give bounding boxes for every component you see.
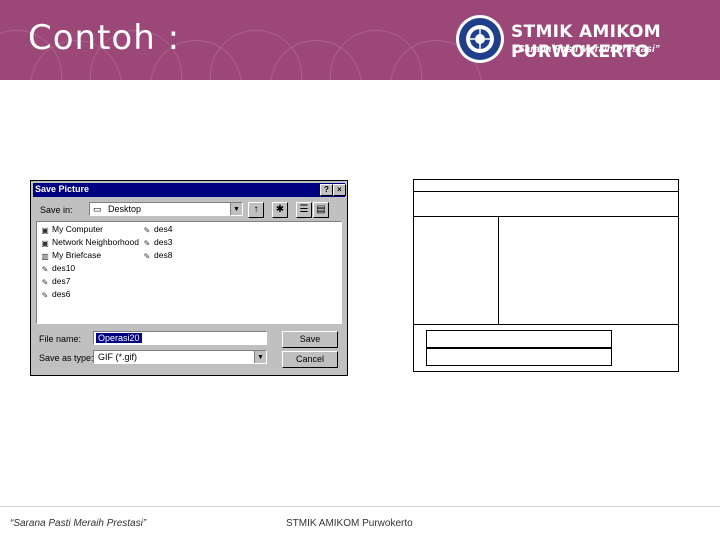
- image-file-icon: ✎: [143, 239, 151, 248]
- briefcase-icon: ▥: [41, 252, 49, 261]
- image-file-icon: ✎: [41, 278, 49, 287]
- list-item[interactable]: ✎ des4: [142, 224, 173, 235]
- list-item[interactable]: ✎ des7: [40, 276, 71, 287]
- wireframe-input-box: [426, 348, 612, 366]
- image-file-icon: ✎: [41, 291, 49, 300]
- list-item[interactable]: ▣ My Computer: [40, 224, 103, 235]
- list-item[interactable]: ✎ des10: [40, 263, 76, 274]
- brand-name: STMIK AMIKOM PURWOKERTO: [511, 22, 661, 62]
- amikom-logo-icon: [456, 15, 504, 63]
- list-view-icon[interactable]: ☰: [296, 202, 312, 218]
- close-button[interactable]: ×: [333, 184, 346, 196]
- computer-icon: ▣: [41, 226, 49, 235]
- network-icon: ▣: [41, 239, 49, 248]
- file-name-input[interactable]: Operasi20: [93, 331, 267, 345]
- footer-divider: [0, 506, 720, 507]
- list-item[interactable]: ✎ des3: [142, 237, 173, 248]
- desktop-icon: ▭: [93, 204, 102, 214]
- file-name-value: Operasi20: [96, 333, 142, 343]
- list-item[interactable]: ✎ des6: [40, 289, 71, 300]
- wireframe-toolbar: [413, 191, 679, 217]
- wireframe-input-box: [426, 330, 612, 348]
- wireframe-right-pane: [498, 216, 679, 325]
- image-file-icon: ✎: [143, 252, 151, 261]
- list-item[interactable]: ✎ des8: [142, 250, 173, 261]
- dialog-title: Save Picture: [35, 184, 90, 194]
- save-in-label: Save in:: [40, 205, 73, 215]
- save-as-type-label: Save as type:: [39, 353, 94, 363]
- image-file-icon: ✎: [41, 265, 49, 274]
- file-name-label: File name:: [39, 334, 82, 344]
- file-list[interactable]: ▣ My Computer ▣ Network Neighborhood ▥ My B…: [36, 221, 342, 324]
- chevron-down-icon[interactable]: ▼: [254, 351, 266, 363]
- cancel-button[interactable]: Cancel: [282, 351, 338, 368]
- save-in-value: Desktop: [108, 204, 142, 214]
- list-item[interactable]: ▥ My Briefcase: [40, 250, 101, 261]
- page-title: Contoh :: [28, 18, 181, 58]
- save-as-type-dropdown[interactable]: GIF (*.gif) ▼: [93, 350, 267, 364]
- details-view-icon[interactable]: ▤: [313, 202, 329, 218]
- brand-slogan: “Sarana Pasti Meraih Prestasi”: [513, 44, 660, 55]
- up-one-level-icon[interactable]: ↑: [248, 202, 264, 218]
- footer-institution: STMIK AMIKOM Purwokerto: [286, 518, 413, 529]
- chevron-down-icon[interactable]: ▼: [230, 203, 242, 215]
- help-button[interactable]: ?: [320, 184, 333, 196]
- save-in-dropdown[interactable]: ▭ Desktop ▼: [89, 202, 243, 216]
- dialog-titlebar: Save Picture ? ×: [33, 183, 346, 197]
- new-folder-icon[interactable]: ✱: [272, 202, 288, 218]
- footer-slogan: “Sarana Pasti Meraih Prestasi”: [10, 518, 147, 529]
- save-button[interactable]: Save: [282, 331, 338, 348]
- list-item[interactable]: ▣ Network Neighborhood: [40, 237, 139, 248]
- image-file-icon: ✎: [143, 226, 151, 235]
- wireframe-left-pane: [413, 216, 499, 325]
- save-as-type-value: GIF (*.gif): [98, 352, 138, 362]
